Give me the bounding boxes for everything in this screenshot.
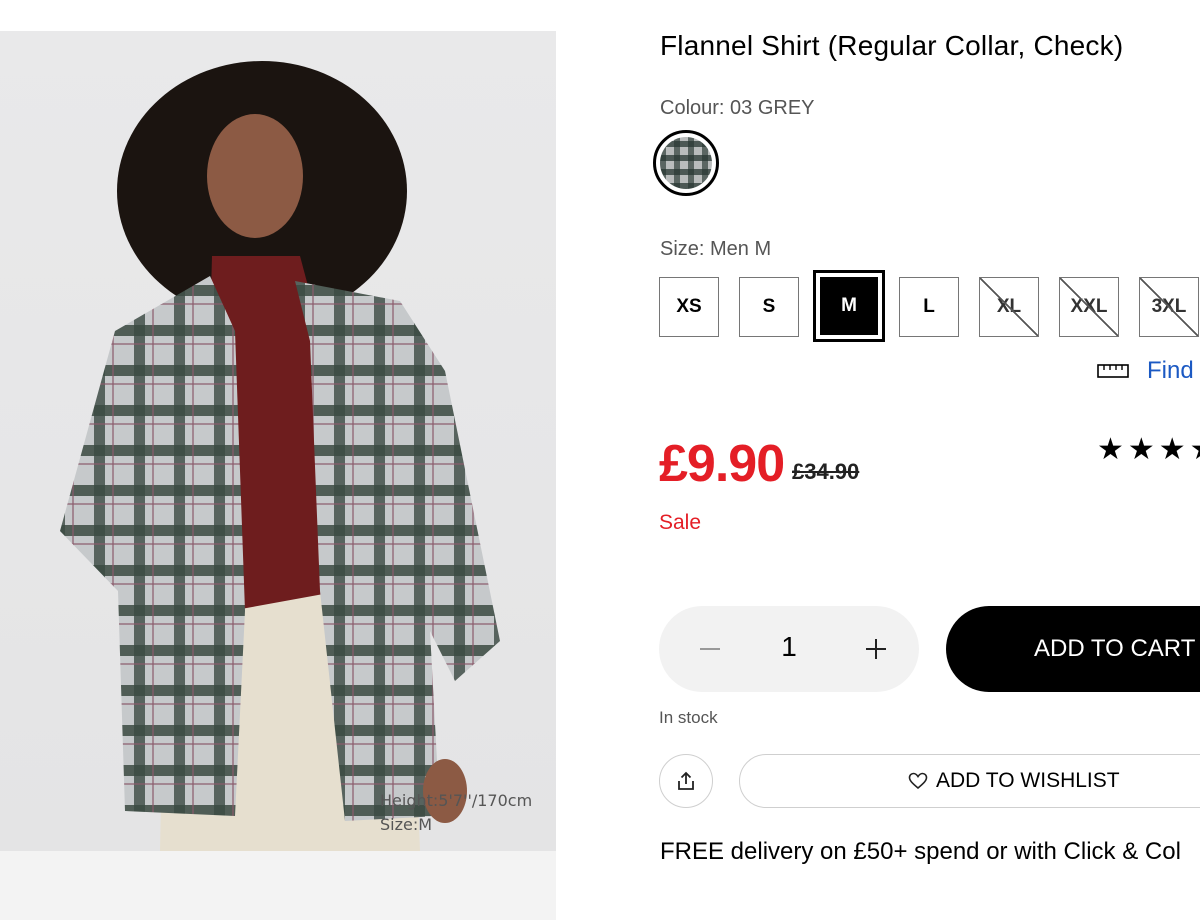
minus-icon [700, 648, 720, 650]
add-to-cart-button[interactable]: ADD TO CART [946, 606, 1200, 692]
ruler-icon [1097, 364, 1129, 378]
find-your-size-link[interactable]: Find [1097, 357, 1194, 385]
size-label-s: S [762, 296, 776, 317]
delivery-info: FREE delivery on £50+ spend or with Clic… [660, 838, 1181, 865]
size-label: Size: Men M [660, 238, 772, 260]
sale-price: £9.90 [659, 435, 785, 493]
size-label-m: M [841, 295, 857, 316]
share-button[interactable] [659, 754, 713, 808]
colour-label: Colour: 03 GREY [660, 97, 815, 119]
add-to-wishlist-button[interactable]: ADD TO WISHLIST [739, 754, 1200, 808]
heart-icon [908, 772, 928, 790]
quantity-value[interactable]: 1 [769, 631, 809, 663]
quantity-decrease-button[interactable] [687, 626, 733, 672]
size-option-m[interactable]: M [813, 270, 885, 342]
colour-swatch-grey[interactable] [653, 130, 719, 196]
rating-stars[interactable]: ★★★★ [1097, 432, 1200, 467]
size-label-xs: XS [676, 296, 702, 317]
size-label-3xl: 3XL [1151, 296, 1187, 317]
product-photo[interactable]: Height:5'7''/170cm Size:M [0, 31, 556, 851]
size-option-xxl[interactable]: XXL [1059, 277, 1119, 337]
add-to-cart-label: ADD TO CART [1034, 635, 1196, 662]
size-label-xxl: XXL [1070, 296, 1108, 317]
add-to-wishlist-label: ADD TO WISHLIST [936, 769, 1120, 792]
find-size-text: Find [1147, 357, 1194, 384]
size-option-xl[interactable]: XL [979, 277, 1039, 337]
swatch-check-pattern [660, 137, 712, 189]
model-size-caption: Size:M [380, 815, 433, 834]
size-option-3xl[interactable]: 3XL [1139, 277, 1199, 337]
size-option-l[interactable]: L [899, 277, 959, 337]
product-title: Flannel Shirt (Regular Collar, Check) [660, 30, 1124, 61]
sale-label: Sale [659, 511, 702, 534]
original-price: £34.90 [792, 459, 860, 484]
quantity-increase-button[interactable] [853, 626, 899, 672]
size-option-xs[interactable]: XS [659, 277, 719, 337]
plus-icon [866, 639, 886, 659]
model-height-caption: Height:5'7''/170cm [380, 791, 533, 810]
quantity-stepper: 1 [659, 606, 919, 692]
model-illustration [60, 61, 500, 851]
share-icon [678, 771, 694, 790]
size-label-l: L [923, 296, 935, 317]
product-image-panel: Height:5'7''/170cm Size:M [0, 31, 556, 920]
size-option-s[interactable]: S [739, 277, 799, 337]
photo-footer [0, 851, 556, 920]
size-label-xl: XL [996, 296, 1022, 317]
stock-status: In stock [659, 708, 718, 727]
